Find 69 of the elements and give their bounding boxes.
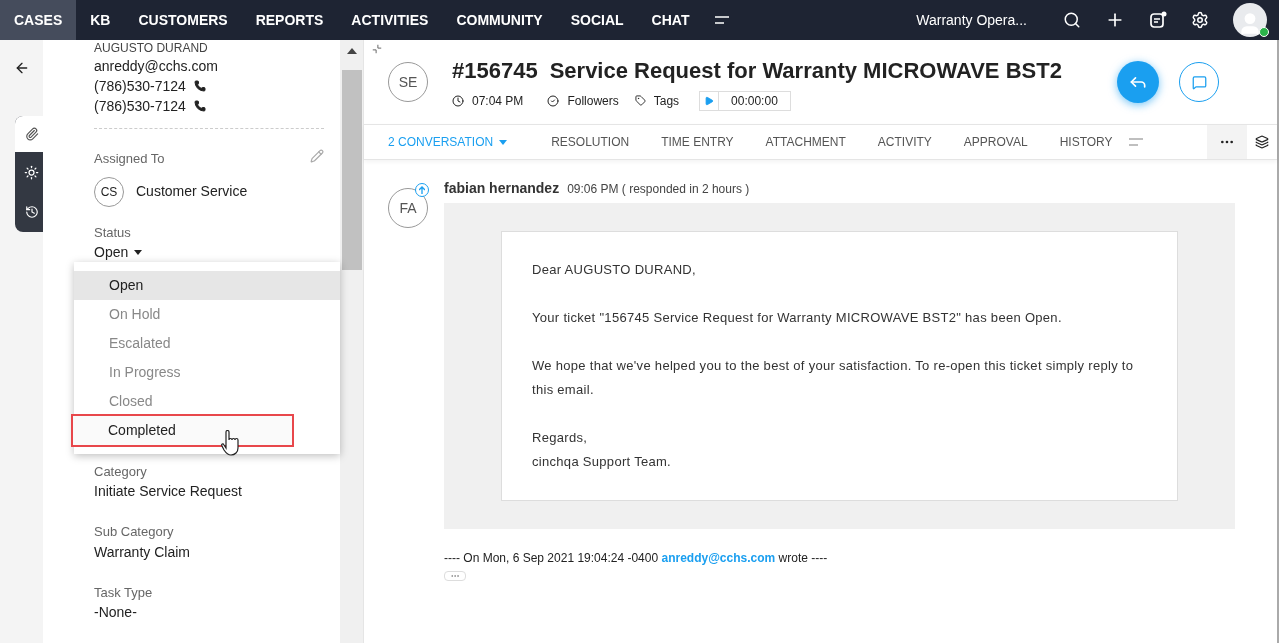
nav-tab[interactable]: KB	[76, 0, 125, 40]
field-label: Sub Category	[94, 523, 175, 541]
check-circle-icon	[547, 94, 560, 107]
email-signoff: cinchqa Support Team.	[532, 453, 673, 471]
conversation-tab[interactable]: APPROVAL	[947, 133, 1044, 151]
timer-value: 00:00:00	[730, 92, 779, 110]
search-icon[interactable]	[1063, 11, 1081, 29]
field-label: Assigned To	[94, 150, 165, 168]
reply-all-button[interactable]	[1117, 61, 1159, 103]
ticket-number: #156745	[452, 56, 538, 85]
status-option[interactable]: Open	[74, 271, 340, 300]
contact-email: anreddy@cchs.com	[94, 57, 219, 76]
contact-name: AUGUSTO DURAND	[94, 40, 209, 56]
phone-icon[interactable]	[193, 100, 206, 112]
conversation-tab[interactable]: RESOLUTION	[535, 133, 646, 151]
field-label: Status	[94, 223, 132, 242]
email-paragraph: Dear AUGUSTO DURAND,	[532, 261, 697, 279]
conversation-tab[interactable]: ATTACHMENT	[749, 133, 862, 151]
comment-icon	[1191, 74, 1207, 90]
quote-header: ---- On Mon, 6 Sep 2021 19:04:24 -0400 anreddy@cchs.com wrote ----	[444, 550, 829, 567]
phone-number: (786)530-7124	[94, 97, 186, 116]
nav-tab[interactable]: COMMUNITY	[442, 0, 557, 40]
history-icon[interactable]	[24, 205, 39, 219]
user-avatar[interactable]	[1233, 3, 1267, 37]
message-time: 09:06 PM ( responded in 2 hours )	[567, 181, 750, 198]
ticket-time: 07:04 PM	[472, 92, 524, 110]
status-option[interactable]: Closed	[74, 387, 340, 416]
field-value: Initiate Service Request	[94, 482, 243, 501]
followers-link[interactable]: Followers	[567, 91, 619, 110]
nav-tab[interactable]: SOCIAL	[556, 0, 638, 40]
layers-icon[interactable]	[1255, 135, 1269, 149]
nav-tab[interactable]: CASES	[0, 0, 77, 40]
tags-link[interactable]: Tags	[653, 91, 680, 110]
nav-tab[interactable]: CHAT	[637, 0, 704, 40]
status-option[interactable]: On Hold	[74, 300, 340, 329]
notes-icon[interactable]	[1149, 11, 1167, 29]
status-dropdown[interactable]: Open	[94, 242, 143, 263]
nav-tab[interactable]: CUSTOMERS	[124, 0, 242, 40]
ticket-title: Service Request for Warranty MICROWAVE BST2	[549, 56, 1062, 85]
phone-icon[interactable]	[193, 80, 206, 92]
reply-indicator-icon	[415, 183, 429, 197]
conversation-tab[interactable]: HISTORY	[1043, 133, 1129, 151]
assignee-name: Customer Service	[136, 182, 248, 201]
phone-number: (786)530-7124	[94, 77, 186, 96]
status-option[interactable]: In Progress	[74, 358, 340, 387]
scroll-up-icon[interactable]	[346, 48, 357, 54]
email-paragraph: We hope that we've helped you to the best of your satisfaction. To re-open this ticket simply reply to this email.	[532, 357, 1135, 399]
field-value: Warranty Claim	[94, 542, 191, 562]
status-option[interactable]: Escalated	[74, 329, 340, 358]
attachment-icon[interactable]	[24, 127, 39, 141]
department-name[interactable]: Warranty Opera...	[916, 9, 1027, 31]
field-label: Category	[94, 462, 148, 481]
bulb-icon[interactable]	[24, 164, 39, 180]
scrollbar-thumb[interactable]	[341, 70, 362, 270]
conversation-tab[interactable]: TIME ENTRY	[645, 133, 750, 151]
field-value: -None-	[94, 603, 138, 622]
settings-icon[interactable]	[1191, 11, 1209, 29]
email-signoff: Regards,	[532, 429, 589, 447]
field-label: Task Type	[94, 583, 154, 602]
caret-icon	[499, 139, 508, 145]
conversation-tab[interactable]: ACTIVITY	[861, 133, 948, 151]
caret-icon	[134, 250, 143, 255]
nav-tab[interactable]: ACTIVITIES	[337, 0, 443, 40]
clock-icon	[452, 94, 464, 107]
play-icon[interactable]	[704, 95, 715, 106]
nav-tab[interactable]: REPORTS	[241, 0, 338, 40]
tag-icon	[634, 95, 646, 106]
author-name: fabian hernandez	[444, 179, 560, 198]
email-paragraph: Your ticket "156745 Service Request for Warranty MICROWAVE BST2" has been Open.	[532, 309, 1063, 327]
